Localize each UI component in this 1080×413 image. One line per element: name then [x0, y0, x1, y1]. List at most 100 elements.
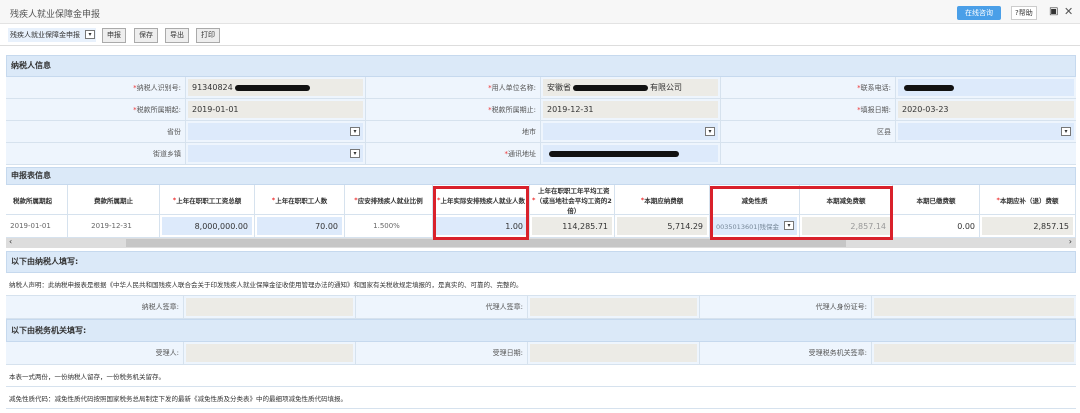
table-cell: 5,714.29	[615, 215, 710, 237]
cell-value: 2019-12-31	[91, 222, 132, 230]
receive-date-label: 受理日期:	[356, 342, 528, 364]
window-title: 残疾人就业保障金申报	[10, 10, 101, 20]
province-select[interactable]: ▾	[188, 123, 363, 140]
report-date-label: 填报日期:	[721, 99, 896, 120]
column-header: 本期应补（退）费额	[980, 185, 1076, 214]
address-label: 通讯地址	[366, 143, 541, 164]
scrollbar-thumb[interactable]	[126, 239, 846, 247]
section-report-info: 申报表信息	[6, 167, 1076, 185]
taxpayer-row: 街道乡镇 ▾ 通讯地址	[6, 143, 1076, 165]
column-header: 应安排残疾人就业比例	[345, 185, 433, 214]
chevron-down-icon[interactable]: ▾	[705, 126, 715, 136]
submit-button[interactable]: 申报	[102, 28, 126, 43]
save-button[interactable]: 保存	[134, 28, 158, 43]
form-select-value: 残疾人就业保障金申报	[10, 31, 80, 39]
taxpayer-row: 纳税人识别号: 91340824 用人单位名称: 安徽省 有限公司 联系电话:	[6, 77, 1076, 99]
close-icon[interactable]: ✕	[1064, 5, 1073, 18]
table-cell: 2,857.15	[980, 215, 1076, 237]
section-tax-office-fill: 以下由税务机关填写:	[6, 319, 1076, 342]
table-cell[interactable]: 70.00	[255, 215, 345, 237]
phone-label: 联系电话:	[721, 77, 896, 98]
cell-value: 2019-01-01	[10, 222, 51, 230]
table-cell: 0.00	[893, 215, 980, 237]
agent-id-label: 代理人身份证号:	[700, 296, 872, 318]
redaction	[234, 84, 310, 91]
print-button[interactable]: 打印	[196, 28, 220, 43]
period-end-label: 税款所属期止:	[366, 99, 541, 120]
city-select[interactable]: ▾	[543, 123, 718, 140]
chevron-down-icon[interactable]: ▾	[85, 30, 95, 39]
street-label: 街道乡镇	[6, 143, 186, 164]
tax-id-field: 91340824	[188, 79, 363, 96]
agent-id-field	[874, 298, 1074, 316]
taxpayer-row: 省份 ▾ 地市 ▾ 区县 ▾	[6, 121, 1076, 143]
export-button[interactable]: 导出	[165, 28, 189, 43]
table-cell[interactable]: 8,000,000.00	[160, 215, 255, 237]
taxpayer-row: 税款所属期起: 2019-01-01 税款所属期止: 2019-12-31 填报…	[6, 99, 1076, 121]
column-header: 上年在职职工工资总额	[160, 185, 255, 214]
form-select[interactable]: 残疾人就业保障金申报 ▾	[8, 28, 96, 42]
phone-field[interactable]	[898, 79, 1074, 96]
chevron-down-icon[interactable]: ▾	[350, 148, 360, 158]
cell-value: 2,857.15	[1033, 221, 1069, 231]
office-seal-field	[874, 344, 1074, 362]
declaration-text: 纳税人声明：此纳税申报表是根据《中华人民共和国残疾人联合会关于印发残疾人就业保障…	[6, 273, 1076, 296]
column-header: 税款所属期起	[0, 185, 68, 214]
report-table-header: 税款所属期起费款所属期止上年在职职工工资总额上年在职职工人数应安排残疾人就业比例…	[0, 185, 1076, 215]
agent-signature-field	[530, 298, 697, 316]
column-header: 本期应纳费额	[615, 185, 710, 214]
signature-field	[186, 298, 353, 316]
help-button[interactable]: ?帮助	[1011, 6, 1037, 20]
title-bar: 残疾人就业保障金申报 在线咨询 ?帮助 ▣ ✕	[0, 0, 1080, 24]
table-cell: 2019-12-31	[68, 215, 160, 237]
chevron-down-icon[interactable]: ▾	[1061, 126, 1071, 136]
redaction	[904, 84, 954, 91]
receipt-row: 受理人: 受理日期: 受理税务机关签章:	[6, 342, 1076, 365]
table-row: 2019-01-01 2019-12-31 8,000,000.00 70.00 1.5…	[0, 215, 1076, 238]
address-field[interactable]	[543, 145, 718, 162]
receive-date-field	[530, 344, 697, 362]
district-label: 区县	[721, 121, 896, 142]
chevron-down-icon[interactable]: ▾	[350, 126, 360, 136]
column-header: 本期已缴费额	[893, 185, 980, 214]
horizontal-scrollbar[interactable]: ‹ ›	[6, 237, 1076, 248]
province-label: 省份	[6, 121, 186, 142]
street-select[interactable]: ▾	[188, 145, 363, 162]
section-taxpayer-fill: 以下由纳税人填写:	[6, 251, 1076, 273]
office-seal-label: 受理税务机关签章:	[700, 342, 872, 364]
redaction	[573, 84, 648, 91]
cell-value: 5,714.29	[667, 221, 703, 231]
agent-signature-label: 代理人签章:	[356, 296, 528, 318]
city-label: 地市	[366, 121, 541, 142]
report-date-field: 2020-03-23	[898, 101, 1074, 118]
period-start-field: 2019-01-01	[188, 101, 363, 118]
highlight-box	[433, 186, 529, 240]
column-header: 上年在职职工年平均工资（或当地社会平均工资的2倍）	[530, 185, 615, 215]
cell-value: 70.00	[315, 221, 338, 231]
cell-value: 1.500%	[373, 222, 400, 230]
signature-label: 纳税人签章:	[6, 296, 184, 318]
employer-field: 安徽省 有限公司	[543, 79, 718, 96]
toolbar: 残疾人就业保障金申报 ▾ 申报 保存 导出 打印	[0, 24, 1080, 46]
section-taxpayer-info: 纳税人信息	[6, 55, 1076, 77]
employer-suffix: 有限公司	[650, 83, 682, 92]
note-copies: 本表一式两份，一份纳税人留存，一份税务机关留存。	[6, 365, 1076, 387]
scroll-right-icon[interactable]: ›	[1069, 237, 1072, 246]
redaction	[549, 150, 679, 157]
cell-value: 0.00	[957, 221, 975, 231]
highlight-box	[710, 186, 893, 240]
receiver-label: 受理人:	[6, 342, 184, 364]
table-cell: 2019-01-01	[0, 215, 68, 237]
column-header: 费款所属期止	[68, 185, 160, 214]
period-end-field: 2019-12-31	[543, 101, 718, 118]
restore-icon[interactable]: ▣	[1049, 6, 1058, 17]
employer-prefix: 安徽省	[547, 83, 571, 92]
scroll-left-icon[interactable]: ‹	[9, 237, 12, 246]
receiver-field	[186, 344, 353, 362]
period-start-label: 税款所属期起:	[6, 99, 186, 120]
tax-id-value: 91340824	[192, 83, 233, 92]
district-select[interactable]: ▾	[898, 123, 1074, 140]
table-cell: 114,285.71	[530, 215, 615, 237]
tax-id-label: 纳税人识别号:	[6, 77, 186, 98]
online-service-button[interactable]: 在线咨询	[957, 6, 1001, 20]
